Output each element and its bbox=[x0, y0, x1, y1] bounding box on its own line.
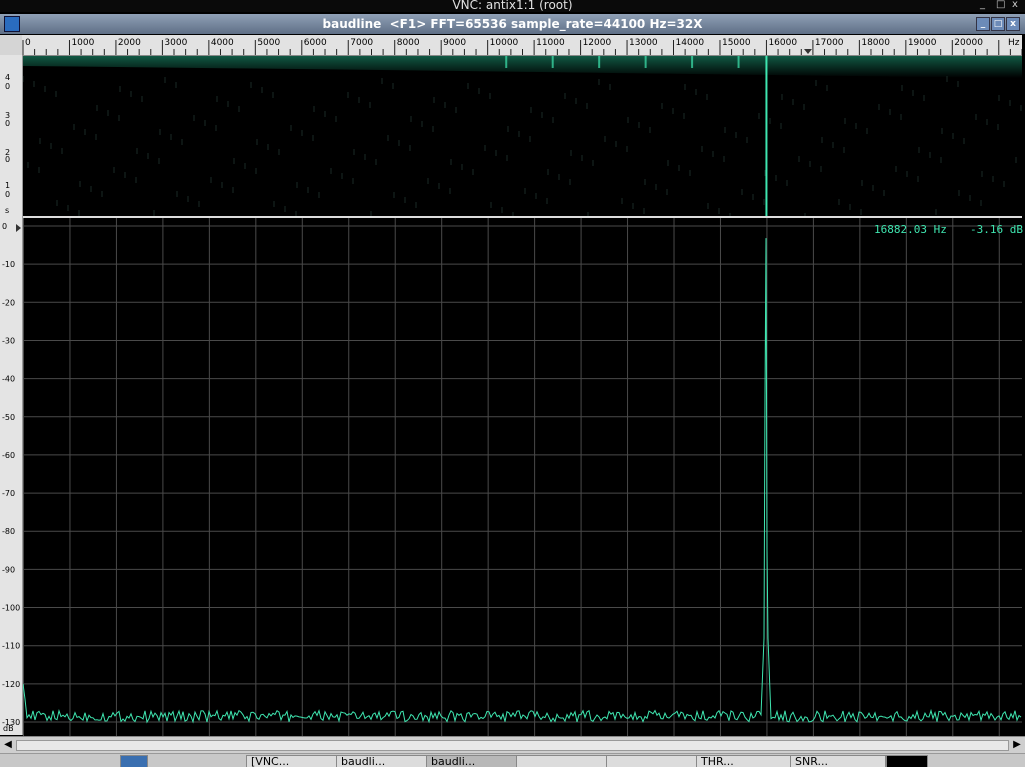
cursor-level-readout: -3.16 dB bbox=[970, 223, 1023, 236]
ruler-tick-label: 17000 bbox=[815, 38, 844, 48]
spectrum-svg bbox=[22, 218, 1022, 736]
db-axis-tick-label: -90 bbox=[2, 565, 15, 574]
taskbar-app-icon[interactable] bbox=[120, 755, 148, 767]
ruler-tick-label: 11000 bbox=[536, 38, 565, 48]
waterfall-axis-label: 1 bbox=[5, 181, 10, 190]
ruler-tick-label: 5000 bbox=[257, 38, 280, 48]
ruler-tick-label: 10000 bbox=[490, 38, 519, 48]
ruler-unit-label: Hz bbox=[1008, 38, 1020, 48]
close-button[interactable]: x bbox=[1006, 17, 1020, 31]
waterfall-axis-label: s bbox=[5, 206, 9, 215]
ruler-tick-label: 12000 bbox=[583, 38, 612, 48]
db-axis-tick-label: -50 bbox=[2, 413, 15, 422]
db-axis-unit-label: dB bbox=[3, 724, 14, 733]
ruler-tick-label: 3000 bbox=[164, 38, 187, 48]
spectrum-trace bbox=[22, 238, 1022, 724]
vnc-title-bar: VNC: antix1:1 (root) bbox=[0, 0, 1025, 12]
taskbar-item-5[interactable] bbox=[606, 755, 698, 767]
ruler-cursor-marker-icon bbox=[804, 49, 812, 54]
db-axis-tick-label: -30 bbox=[2, 336, 15, 345]
taskbar-item-snr[interactable]: SNR... bbox=[790, 755, 886, 767]
left-axis-svg: 40302010s0-10-20-30-40-50-60-70-80-90-10… bbox=[2, 73, 21, 733]
db-axis-tick-label: -100 bbox=[2, 604, 20, 613]
scroll-right-icon[interactable]: ▶ bbox=[1010, 738, 1024, 752]
ruler-tick-label: 7000 bbox=[350, 38, 373, 48]
vnc-title: VNC: antix1:1 (root) bbox=[452, 0, 573, 12]
ruler-tick-label: 4000 bbox=[211, 38, 234, 48]
waterfall-svg bbox=[23, 56, 1022, 216]
frequency-ruler-svg: 0 1000 2000 3000 4000 5000 6000 7000 8000 9000 100… bbox=[22, 38, 1023, 55]
ruler-tick-label: 0 bbox=[25, 38, 31, 48]
taskbar-item-baudline-active[interactable]: baudli... bbox=[426, 755, 518, 767]
ruler-tick-label: 1000 bbox=[71, 38, 94, 48]
db-axis-tick-label: 0 bbox=[2, 222, 7, 231]
taskbar-item-4[interactable] bbox=[516, 755, 608, 767]
waterfall-display[interactable] bbox=[23, 56, 1022, 216]
taskbar-item-baudline[interactable]: baudli... bbox=[336, 755, 428, 767]
minimize-button[interactable]: _ bbox=[976, 17, 990, 31]
ruler-tick-label: 8000 bbox=[397, 38, 420, 48]
waterfall-sweep-band bbox=[23, 56, 1022, 78]
spectrum-display[interactable] bbox=[22, 218, 1022, 736]
horizontal-scrollbar[interactable]: ◀ ▶ bbox=[0, 736, 1025, 753]
waterfall-axis-label: 0 bbox=[5, 119, 10, 128]
vnc-minimize-icon[interactable]: _ bbox=[980, 0, 985, 10]
db-axis-tick-label: -80 bbox=[2, 527, 15, 536]
vnc-close-icon[interactable]: x bbox=[1012, 0, 1018, 10]
db-axis-tick-label: -60 bbox=[2, 451, 15, 460]
ruler-tick-label: 2000 bbox=[118, 38, 141, 48]
ruler-tick-label: 15000 bbox=[722, 38, 751, 48]
db-axis-tick-label: -40 bbox=[2, 375, 15, 384]
spectrum-expand-icon bbox=[16, 224, 21, 232]
taskbar-item-vnc[interactable]: [VNC... bbox=[246, 755, 338, 767]
db-axis-tick-label: -70 bbox=[2, 489, 15, 498]
ruler-tick-label: 20000 bbox=[954, 38, 983, 48]
taskbar: [VNC... baudli... baudli... THR... SNR..… bbox=[0, 753, 1025, 767]
cursor-frequency-readout: 16882.03 Hz bbox=[874, 223, 947, 236]
frequency-ruler[interactable]: 0 1000 2000 3000 4000 5000 6000 7000 8000 9000 100… bbox=[22, 35, 1023, 56]
db-axis-tick-label: -20 bbox=[2, 298, 15, 307]
waterfall-axis-label: 0 bbox=[5, 82, 10, 91]
ruler-tick-label: 9000 bbox=[443, 38, 466, 48]
scrollbar-track[interactable] bbox=[16, 740, 1009, 751]
maximize-button[interactable]: □ bbox=[991, 17, 1005, 31]
window-title: baudline <F1> FFT=65536 sample_rate=4410… bbox=[322, 17, 703, 31]
waterfall-axis-label: 0 bbox=[5, 155, 10, 164]
ruler-tick-label: 13000 bbox=[629, 38, 658, 48]
ruler-tick-label: 6000 bbox=[304, 38, 327, 48]
db-axis-tick-label: -110 bbox=[2, 642, 20, 651]
taskbar-clock bbox=[886, 755, 928, 767]
ruler-corner bbox=[0, 35, 23, 55]
db-axis-tick-label: -120 bbox=[2, 680, 20, 689]
ruler-tick-label: 18000 bbox=[861, 38, 890, 48]
waterfall-axis-label: 0 bbox=[5, 190, 10, 199]
ruler-tick-label: 14000 bbox=[676, 38, 705, 48]
left-axis-panel: 4 0 3 0 2 0 1 0 s 0 -10 -20 -30 -40 -50 -60 -70 -80 -90 -10… bbox=[0, 55, 23, 735]
ruler-tick-label: 19000 bbox=[908, 38, 937, 48]
taskbar-item-thr[interactable]: THR... bbox=[696, 755, 792, 767]
scroll-left-icon[interactable]: ◀ bbox=[1, 738, 15, 752]
waterfall-axis-label: 4 bbox=[5, 73, 10, 82]
vnc-maximize-icon[interactable]: □ bbox=[996, 0, 1005, 10]
window-title-bar[interactable]: baudline <F1> FFT=65536 sample_rate=4410… bbox=[0, 14, 1025, 34]
db-axis-tick-label: -10 bbox=[2, 260, 15, 269]
ruler-tick-label: 16000 bbox=[768, 38, 797, 48]
